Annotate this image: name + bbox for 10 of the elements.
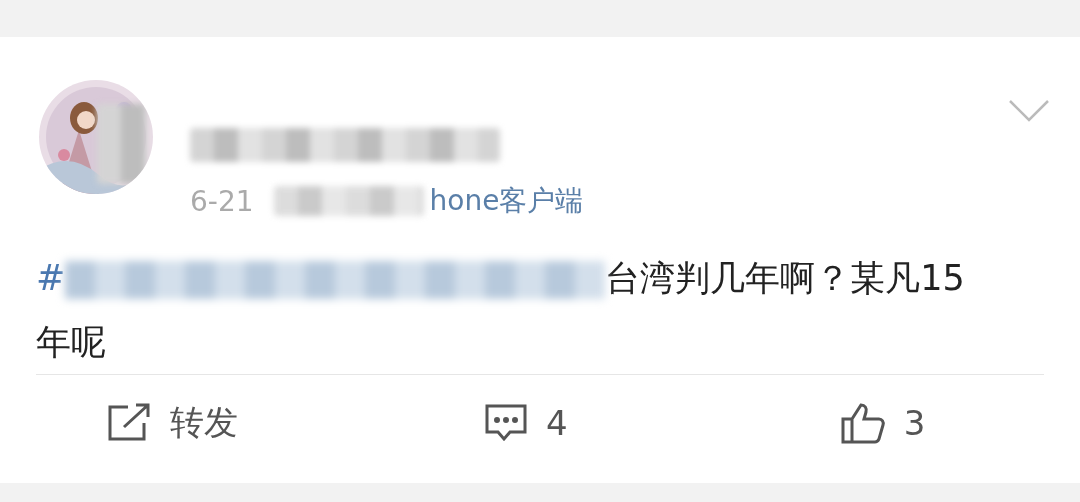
repost-button[interactable]: 转发 <box>106 400 238 446</box>
comment-button[interactable]: 4 <box>484 400 568 446</box>
post-text: # 台湾判几年啊？某凡15年呢 <box>36 257 966 364</box>
like-button[interactable]: 3 <box>839 400 926 446</box>
comment-icon <box>484 403 528 443</box>
thumbs-up-icon <box>839 402 886 444</box>
chevron-down-icon[interactable] <box>1008 99 1050 123</box>
share-icon <box>106 403 152 443</box>
post-source: hone客户端 <box>429 183 584 219</box>
post-date: 6-21 <box>190 184 254 218</box>
